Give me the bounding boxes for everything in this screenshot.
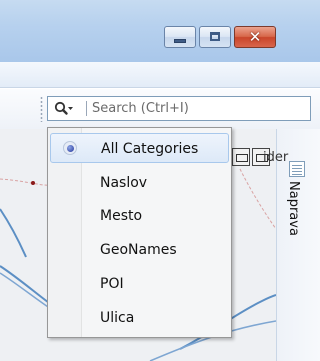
dropdown-item-all-categories[interactable]: All Categories [50, 133, 229, 163]
search-box [47, 96, 311, 121]
dropdown-item-geonames[interactable]: GeoNames [50, 235, 229, 265]
toolbar-grip-handle[interactable] [40, 96, 43, 122]
radio-bullet-icon [63, 141, 77, 155]
side-panel-tab-naprava[interactable]: Naprava [286, 181, 301, 236]
dropdown-item-label: POI [100, 276, 124, 292]
search-input[interactable] [92, 99, 302, 118]
menu-bar [0, 62, 320, 88]
dropdown-item-mesto[interactable]: Mesto [50, 201, 229, 231]
dropdown-item-label: All Categories [101, 141, 199, 157]
magnifier-icon [54, 101, 73, 115]
close-icon: ✕ [248, 28, 262, 46]
river-line [0, 208, 27, 258]
close-button[interactable]: ✕ [234, 26, 276, 48]
border-line [239, 168, 276, 230]
dropdown-item-label: Mesto [100, 208, 143, 224]
dropdown-item-ulica[interactable]: Ulica [50, 303, 229, 333]
map-point [31, 181, 35, 185]
search-category-dropdown: All Categories Naslov Mesto GeoNames POI… [47, 127, 232, 338]
dropdown-item-label: GeoNames [100, 242, 177, 258]
search-divider [86, 101, 87, 116]
window-caption-buttons: ✕ [164, 26, 279, 48]
maximize-button[interactable] [199, 26, 231, 48]
minimize-button[interactable] [164, 26, 196, 48]
dropdown-item-poi[interactable]: POI [50, 269, 229, 299]
search-category-button[interactable] [54, 101, 74, 117]
chevron-down-icon [68, 107, 73, 110]
map-zoom-out-button[interactable] [232, 148, 250, 166]
dropdown-item-naslov[interactable]: Naslov [50, 168, 229, 198]
dropdown-item-label: Ulica [100, 310, 135, 326]
list-icon[interactable] [289, 161, 305, 177]
map-place-label: ider [263, 150, 289, 165]
dropdown-item-label: Naslov [100, 175, 148, 191]
